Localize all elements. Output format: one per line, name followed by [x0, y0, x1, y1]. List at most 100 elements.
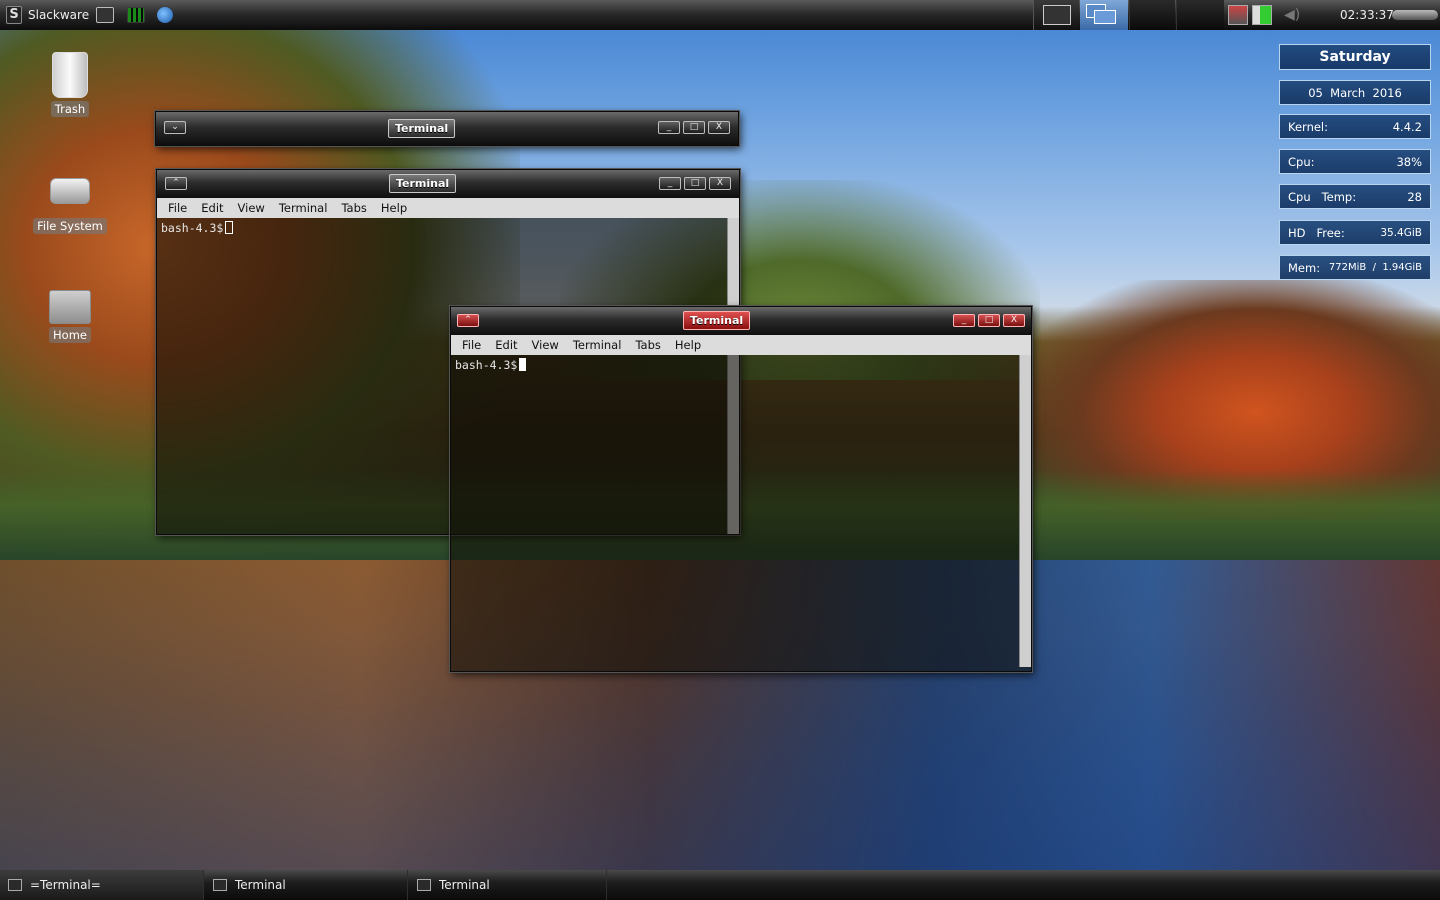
terminal-icon [417, 879, 431, 891]
browser-icon [157, 7, 173, 23]
window-titlebar[interactable]: ⌄ Terminal _ □ X [156, 112, 738, 145]
maximize-icon: □ [689, 122, 699, 132]
workspace-window-icon [1094, 10, 1116, 24]
taskbar-item-label: =Terminal= [30, 878, 101, 892]
conky-kernel: Kernel: 4.4.2 [1279, 114, 1431, 139]
volume-icon: ◀) [1284, 7, 1301, 23]
conky-day-text: Saturday [1319, 49, 1391, 65]
minimize-icon: _ [666, 122, 672, 132]
trash-icon [52, 52, 88, 98]
terminal-icon [213, 879, 227, 891]
hard-drive-icon [50, 178, 90, 204]
terminal-prompt: bash-4.3$ [161, 221, 234, 235]
panel-handle [1392, 10, 1438, 20]
terminal-launcher[interactable] [96, 0, 114, 30]
taskbar-item[interactable]: Terminal [409, 870, 607, 900]
terminal-area[interactable]: bash-4.3$ [451, 355, 1031, 671]
menu-help[interactable]: Help [668, 338, 708, 352]
minimize-icon: _ [961, 315, 967, 325]
conky-value: 772MiB / 1.94GiB [1328, 262, 1422, 273]
conky-label: HD Free: [1288, 225, 1345, 240]
minimize-button[interactable]: _ [659, 177, 681, 190]
system-monitor-icon [127, 7, 145, 23]
slackware-logo-icon: S [6, 6, 22, 24]
close-button[interactable]: X [1003, 314, 1025, 327]
desktop-icon-label: File System [33, 218, 107, 234]
window-menu-button[interactable]: ⌃ [165, 177, 187, 190]
menu-edit[interactable]: Edit [488, 338, 524, 352]
prompt-text: bash-4.3$ [455, 358, 518, 372]
chevron-up-icon: ⌃ [172, 178, 180, 188]
conky-date-text: 05 March 2016 [1308, 85, 1402, 100]
tray-battery[interactable] [1252, 0, 1272, 30]
workspace-3[interactable] [1176, 0, 1224, 30]
app-menu-button[interactable]: S Slackware [6, 0, 89, 30]
menu-edit[interactable]: Edit [194, 201, 230, 215]
taskbar-item-label: Terminal [439, 878, 490, 892]
menu-file[interactable]: File [455, 338, 488, 352]
menu-file[interactable]: File [161, 201, 194, 215]
maximize-button[interactable]: □ [978, 314, 1000, 327]
close-icon: X [1010, 315, 1018, 325]
network-icon [1228, 5, 1248, 25]
menu-terminal[interactable]: Terminal [272, 201, 335, 215]
system-monitor-launcher[interactable] [127, 0, 145, 30]
conky-value: 35.4GiB [1380, 226, 1422, 239]
maximize-button[interactable]: □ [684, 177, 706, 190]
workspace-1[interactable] [1080, 0, 1128, 30]
tray-network[interactable] [1228, 0, 1248, 30]
window-titlebar[interactable]: ⌃ Terminal _ □ X [451, 307, 1031, 335]
minimize-button[interactable]: _ [658, 121, 680, 134]
scrollbar[interactable] [1019, 355, 1031, 667]
window-menu-button[interactable]: ⌄ [164, 121, 186, 134]
close-button[interactable]: X [708, 121, 730, 134]
desktop-icon-home[interactable]: Home [30, 290, 110, 343]
desktop-icon-file-system[interactable]: File System [30, 178, 110, 234]
conky-label: Cpu: [1288, 154, 1315, 169]
chevron-down-icon: ⌄ [171, 122, 179, 132]
desktop-icon-trash[interactable]: Trash [30, 52, 110, 117]
terminal-prompt: bash-4.3$ [455, 358, 527, 372]
desktop-icon-label: Home [49, 327, 91, 343]
cursor [519, 358, 527, 371]
menu-bar: File Edit View Terminal Tabs Help [451, 335, 1031, 355]
chevron-up-icon: ⌃ [464, 315, 472, 325]
menu-view[interactable]: View [231, 201, 272, 215]
taskbar-item[interactable]: Terminal [205, 870, 408, 900]
conky-value: 4.4.2 [1392, 119, 1422, 134]
menu-tabs[interactable]: Tabs [334, 201, 373, 215]
menu-view[interactable]: View [525, 338, 566, 352]
browser-launcher[interactable] [157, 0, 173, 30]
taskbar-item-label: Terminal [235, 878, 286, 892]
conky-label: Kernel: [1288, 119, 1329, 134]
menu-tabs[interactable]: Tabs [628, 338, 667, 352]
home-folder-icon [49, 290, 91, 324]
conky-date: 05 March 2016 [1279, 80, 1431, 105]
tray-volume[interactable]: ◀) [1284, 0, 1300, 30]
terminal-icon [8, 879, 22, 891]
taskbar: =Terminal= Terminal Terminal [0, 870, 1440, 900]
conky-hd-free: HD Free: 35.4GiB [1279, 220, 1431, 245]
terminal-window-shaded[interactable]: ⌄ Terminal _ □ X [155, 111, 739, 146]
conky-value: 38% [1396, 154, 1422, 169]
conky-cpu-temp: Cpu Temp: 28 [1279, 184, 1431, 209]
conky-value: 28 [1407, 189, 1422, 204]
close-button[interactable]: X [709, 177, 731, 190]
app-menu-label: Slackware [28, 8, 90, 22]
top-panel: S Slackware ◀) 02:33:37 PM [0, 0, 1440, 30]
menu-terminal[interactable]: Terminal [566, 338, 629, 352]
window-menu-button[interactable]: ⌃ [457, 314, 479, 327]
close-icon: X [715, 122, 723, 132]
window-title: Terminal [388, 119, 456, 138]
maximize-button[interactable]: □ [683, 121, 705, 134]
terminal-window-active[interactable]: ⌃ Terminal _ □ X File Edit View Terminal… [450, 306, 1032, 672]
window-titlebar[interactable]: ⌃ Terminal _ □ X [157, 170, 739, 198]
conky-day: Saturday [1279, 44, 1431, 70]
minimize-icon: _ [667, 178, 673, 188]
minimize-button[interactable]: _ [953, 314, 975, 327]
show-desktop-button[interactable] [1033, 0, 1079, 30]
conky-cpu: Cpu: 38% [1279, 149, 1431, 174]
menu-help[interactable]: Help [374, 201, 414, 215]
taskbar-item-active[interactable]: =Terminal= [0, 870, 204, 900]
workspace-2[interactable] [1129, 0, 1175, 30]
